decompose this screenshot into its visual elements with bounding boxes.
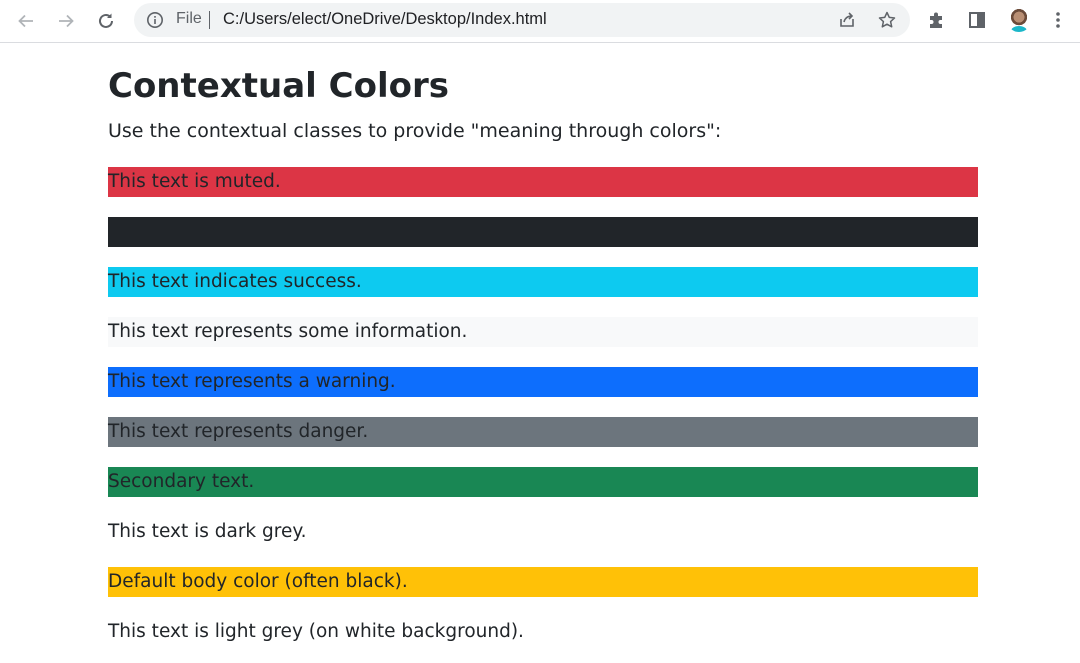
forward-icon[interactable] (52, 7, 80, 35)
intro-text: Use the contextual classes to provide "m… (108, 120, 722, 142)
line-muted: This text is muted. (108, 167, 978, 197)
line-secondary: Secondary text. (108, 467, 978, 497)
url-text[interactable]: C:/Users/elect/OneDrive/Desktop/Index.ht… (223, 10, 547, 29)
line-success: This text indicates success. (108, 267, 978, 297)
file-label: File (176, 10, 202, 27)
star-icon[interactable] (877, 10, 897, 30)
info-icon[interactable] (146, 11, 164, 29)
line-warning: This text represents a warning. (108, 367, 978, 397)
browser-toolbar: File C:/Users/elect/OneDrive/Desktop/Ind… (0, 0, 1080, 43)
line-primary (108, 217, 978, 247)
line-light: This text is light grey (on white backgr… (108, 617, 978, 647)
page-title: Contextual Colors (108, 66, 449, 106)
extensions-icon[interactable] (927, 10, 947, 30)
back-icon[interactable] (12, 7, 40, 35)
share-icon[interactable] (837, 10, 857, 30)
avatar[interactable] (1007, 8, 1031, 32)
line-info: This text represents some information. (108, 317, 978, 347)
line-dark: This text is dark grey. (108, 517, 978, 547)
reload-icon[interactable] (92, 7, 120, 35)
line-danger: This text represents danger. (108, 417, 978, 447)
menu-icon[interactable] (1048, 10, 1068, 30)
line-body: Default body color (often black). (108, 567, 978, 597)
separator (209, 11, 210, 29)
address-bar[interactable]: File C:/Users/elect/OneDrive/Desktop/Ind… (134, 3, 910, 37)
side-panel-icon[interactable] (967, 10, 987, 30)
